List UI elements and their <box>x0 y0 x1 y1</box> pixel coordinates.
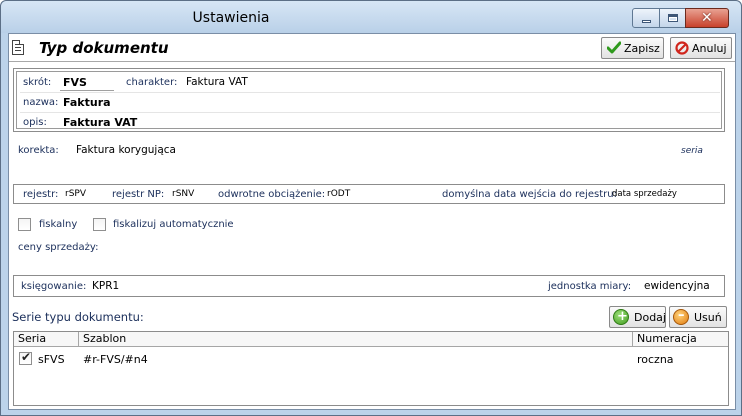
window-title: Ustawienia <box>192 10 270 26</box>
close-button[interactable]: ✕ <box>685 8 729 28</box>
odwrotne-label: odwrotne obciążenie: <box>218 189 326 200</box>
add-series-label: Dodaj <box>634 311 666 324</box>
series-table: Seria Szablon Numeracja sFVS #r-FVS/#n4 … <box>13 331 729 406</box>
nazwa-field[interactable]: Faktura <box>63 96 111 109</box>
column-header-seria[interactable]: Seria <box>14 332 79 347</box>
skrot-field[interactable]: FVS <box>63 76 87 89</box>
accounting-group: księgowanie: KPR1 jednostka miary: ewide… <box>13 275 725 297</box>
save-button[interactable]: Zapisz <box>601 37 664 59</box>
save-button-label: Zapisz <box>624 42 660 55</box>
title-bar[interactable]: Ustawienia ✕ <box>1 1 741 33</box>
korekta-label: korekta: <box>18 145 59 156</box>
ksiegowanie-field[interactable]: KPR1 <box>92 280 119 292</box>
table-row[interactable]: sFVS #r-FVS/#n4 roczna <box>14 348 728 368</box>
series-row-checkbox[interactable] <box>19 350 32 365</box>
fiskalizuj-checkbox[interactable] <box>93 218 106 231</box>
fiskalny-label: fiskalny <box>39 219 78 230</box>
minimize-button[interactable] <box>632 8 660 28</box>
maximize-icon <box>668 14 678 22</box>
maximize-button[interactable] <box>659 8 686 28</box>
seria-link[interactable]: seria <box>681 146 703 156</box>
series-row-szablon: #r-FVS/#n4 <box>83 353 148 366</box>
minimize-icon <box>642 20 651 23</box>
ceny-sprzedazy-label: ceny sprzedaży: <box>18 242 99 253</box>
series-title: Serie typu dokumentu: <box>12 310 144 324</box>
series-row-numeracja: roczna <box>637 353 674 366</box>
page-title: Typ dokumentu <box>39 39 169 57</box>
register-group: rejestr: rSPV rejestr NP: rSNV odwrotne … <box>13 184 725 204</box>
document-header: Typ dokumentu Zapisz Anuluj <box>9 34 735 62</box>
series-row-seria: sFVS <box>38 353 65 366</box>
charakter-label: charakter: <box>126 77 178 88</box>
jednostka-label: jednostka miary: <box>548 281 632 292</box>
client-area: Typ dokumentu Zapisz Anuluj skrót: FVS c… <box>8 33 736 410</box>
document-icon <box>12 40 24 55</box>
opis-label: opis: <box>23 117 47 128</box>
cancel-button-label: Anuluj <box>692 42 727 55</box>
rejestr-np-label: rejestr NP: <box>112 189 165 200</box>
column-header-numeracja[interactable]: Numeracja <box>633 332 728 347</box>
remove-series-label: Usuń <box>694 311 722 324</box>
cancel-icon <box>675 41 689 55</box>
skrot-underline <box>60 90 114 91</box>
data-wejscia-label: domyślna data wejścia do rejestru: <box>442 189 617 200</box>
rejestr-label: rejestr: <box>23 189 59 200</box>
odwrotne-field[interactable]: rODT <box>327 189 350 199</box>
close-icon: ✕ <box>701 10 713 26</box>
nazwa-label: nazwa: <box>23 97 59 108</box>
cancel-button[interactable]: Anuluj <box>670 37 732 59</box>
opis-field[interactable]: Faktura VAT <box>63 116 137 129</box>
basic-info-group: skrót: FVS charakter: Faktura VAT nazwa:… <box>13 68 725 132</box>
minus-icon: – <box>673 308 689 325</box>
jednostka-field[interactable]: ewidencyjna <box>644 280 710 292</box>
fiskalizuj-label: fiskalizuj automatycznie <box>113 219 234 230</box>
rejestr-field[interactable]: rSPV <box>65 189 86 199</box>
charakter-field[interactable]: Faktura VAT <box>186 76 248 88</box>
skrot-label: skrót: <box>23 77 52 88</box>
check-icon <box>607 41 621 54</box>
data-wejscia-field[interactable]: data sprzedaży <box>612 189 677 199</box>
column-header-szablon[interactable]: Szablon <box>79 332 633 347</box>
add-series-button[interactable]: + Dodaj <box>609 306 666 328</box>
settings-window: Ustawienia ✕ Typ dokumentu Zapisz Anuluj <box>0 0 742 416</box>
ksiegowanie-label: księgowanie: <box>21 281 87 292</box>
fiskalny-checkbox[interactable] <box>18 218 31 231</box>
rejestr-np-field[interactable]: rSNV <box>172 189 194 199</box>
plus-icon: + <box>613 309 629 325</box>
remove-series-button[interactable]: – Usuń <box>669 306 727 328</box>
korekta-field[interactable]: Faktura korygująca <box>76 144 176 156</box>
